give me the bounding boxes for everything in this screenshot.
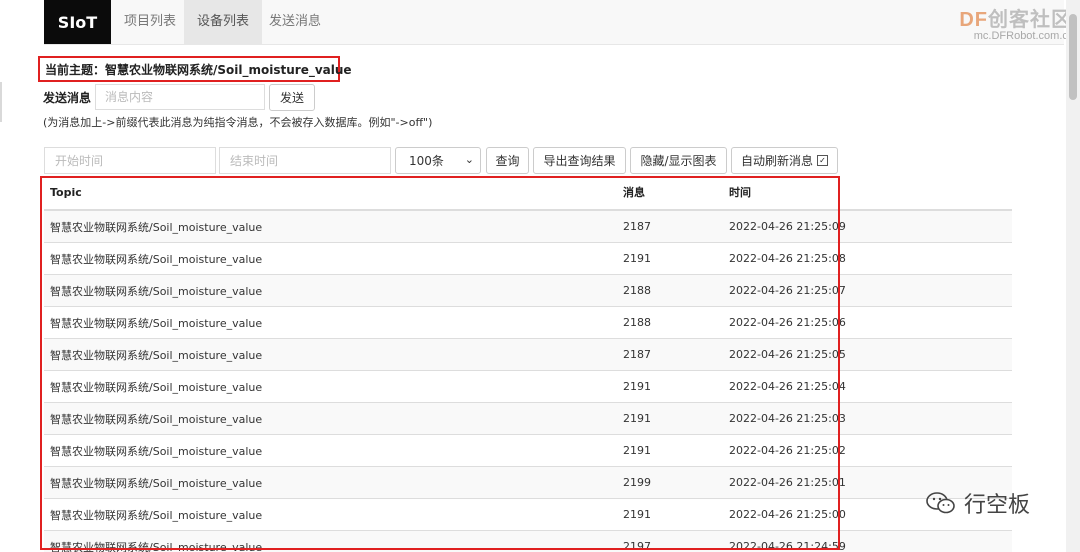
table-row: 智慧农业物联网系统/Soil_moisture_value 2191 2022-04… [44,498,1012,531]
cell-message: 2187 [617,338,723,371]
cell-time: 2022-04-26 21:25:02 [723,434,1012,467]
cell-topic: 智慧农业物联网系统/Soil_moisture_value [44,466,617,499]
limit-select[interactable]: 100条 ⌄ [395,147,481,174]
table-row: 智慧农业物联网系统/Soil_moisture_value 2191 2022-04… [44,370,1012,403]
cell-time: 2022-04-26 21:25:07 [723,274,1012,307]
limit-select-value: 100条 [409,154,444,168]
table-row: 智慧农业物联网系统/Soil_moisture_value 2191 2022-04… [44,242,1012,275]
cell-topic: 智慧农业物联网系统/Soil_moisture_value [44,402,617,435]
cell-time: 2022-04-26 21:25:04 [723,370,1012,403]
cell-topic: 智慧农业物联网系统/Soil_moisture_value [44,370,617,403]
send-message-label: 发送消息 [43,91,92,105]
column-header-time: 时间 [723,175,1012,211]
left-edge-divider [0,82,2,122]
table-row: 智慧农业物联网系统/Soil_moisture_value 2187 2022-04… [44,338,1012,371]
column-header-message: 消息 [617,175,723,211]
auto-refresh-toggle[interactable]: 自动刷新消息 ✓ [731,147,838,174]
scrollbar-thumb[interactable] [1069,14,1077,100]
current-topic-value: 智慧农业物联网系统/Soil_moisture_value [105,62,352,77]
cell-message: 2191 [617,434,723,467]
cell-topic: 智慧农业物联网系统/Soil_moisture_value [44,338,617,371]
toggle-chart-button[interactable]: 隐藏/显示图表 [630,147,727,174]
table-row: 智慧农业物联网系统/Soil_moisture_value 2197 2022-04… [44,530,1012,552]
export-results-button[interactable]: 导出查询结果 [533,147,626,174]
dfrobot-watermark: DF创客社区 [959,9,1072,31]
nav-item-send-message[interactable]: 发送消息 [256,0,334,44]
cell-topic: 智慧农业物联网系统/Soil_moisture_value [44,530,617,552]
cell-message: 2187 [617,210,723,243]
table-row: 智慧农业物联网系统/Soil_moisture_value 2188 2022-04… [44,306,1012,339]
nav-item-projects[interactable]: 项目列表 [111,0,189,44]
query-button[interactable]: 查询 [486,147,529,174]
auto-refresh-label: 自动刷新消息 [740,154,813,168]
auto-refresh-checkbox[interactable]: ✓ [817,155,828,166]
cell-message: 2199 [617,466,723,499]
table-row: 智慧农业物联网系统/Soil_moisture_value 2187 2022-04… [44,210,1012,243]
cell-topic: 智慧农业物联网系统/Soil_moisture_value [44,274,617,307]
table-row: 智慧农业物联网系统/Soil_moisture_value 2191 2022-04… [44,402,1012,435]
cell-message: 2188 [617,274,723,307]
cell-time: 2022-04-26 21:24:59 [723,530,1012,552]
current-topic-label: 当前主题： [45,62,106,77]
wechat-watermark: 行空板 [926,486,1046,520]
end-time-input[interactable] [219,147,391,174]
message-input[interactable] [95,84,265,110]
messages-table-container: Topic 消息 时间 智慧农业物联网系统/Soil_moisture_valu… [44,175,1012,552]
wechat-watermark-text: 行空板 [964,493,1031,518]
table-body: 智慧农业物联网系统/Soil_moisture_value 2187 2022-04… [44,210,1012,552]
cell-message: 2191 [617,498,723,531]
cell-time: 2022-04-26 21:25:03 [723,402,1012,435]
cell-topic: 智慧农业物联网系统/Soil_moisture_value [44,498,617,531]
cell-message: 2188 [617,306,723,339]
cell-topic: 智慧农业物联网系统/Soil_moisture_value [44,210,617,243]
watermark-url: mc.DFRobot.com.cn [973,30,1074,42]
cell-topic: 智慧农业物联网系统/Soil_moisture_value [44,242,617,275]
messages-table: Topic 消息 时间 智慧农业物联网系统/Soil_moisture_valu… [44,175,1012,552]
cell-time: 2022-04-26 21:25:06 [723,306,1012,339]
wechat-icon [926,492,955,514]
cell-time: 2022-04-26 21:25:08 [723,242,1012,275]
chevron-down-icon: ⌄ [464,153,474,166]
send-button[interactable]: 发送 [269,84,315,111]
cell-time: 2022-04-26 21:25:09 [723,210,1012,243]
cell-message: 2191 [617,242,723,275]
nav-item-devices[interactable]: 设备列表 [184,0,263,44]
brand-logo[interactable]: SIoT [44,0,111,44]
cell-message: 2191 [617,370,723,403]
table-row: 智慧农业物联网系统/Soil_moisture_value 2188 2022-04… [44,274,1012,307]
send-hint-text: (为消息加上->前缀代表此消息为纯指令消息，不会被存入数据库。例如"->off"… [43,116,433,129]
cell-message: 2197 [617,530,723,552]
page-scrollbar[interactable] [1066,0,1080,552]
current-topic: 当前主题： 智慧农业物联网系统/Soil_moisture_value [38,56,352,82]
top-navbar: SIoT 项目列表 设备列表 发送消息 [44,0,1064,45]
cell-message: 2191 [617,402,723,435]
column-header-topic: Topic [44,175,617,211]
table-row: 智慧农业物联网系统/Soil_moisture_value 2191 2022-04… [44,434,1012,467]
cell-time: 2022-04-26 21:25:05 [723,338,1012,371]
table-row: 智慧农业物联网系统/Soil_moisture_value 2199 2022-04… [44,466,1012,499]
cell-topic: 智慧农业物联网系统/Soil_moisture_value [44,434,617,467]
cell-topic: 智慧农业物联网系统/Soil_moisture_value [44,306,617,339]
table-header-row: Topic 消息 时间 [44,175,1012,211]
start-time-input[interactable] [44,147,216,174]
